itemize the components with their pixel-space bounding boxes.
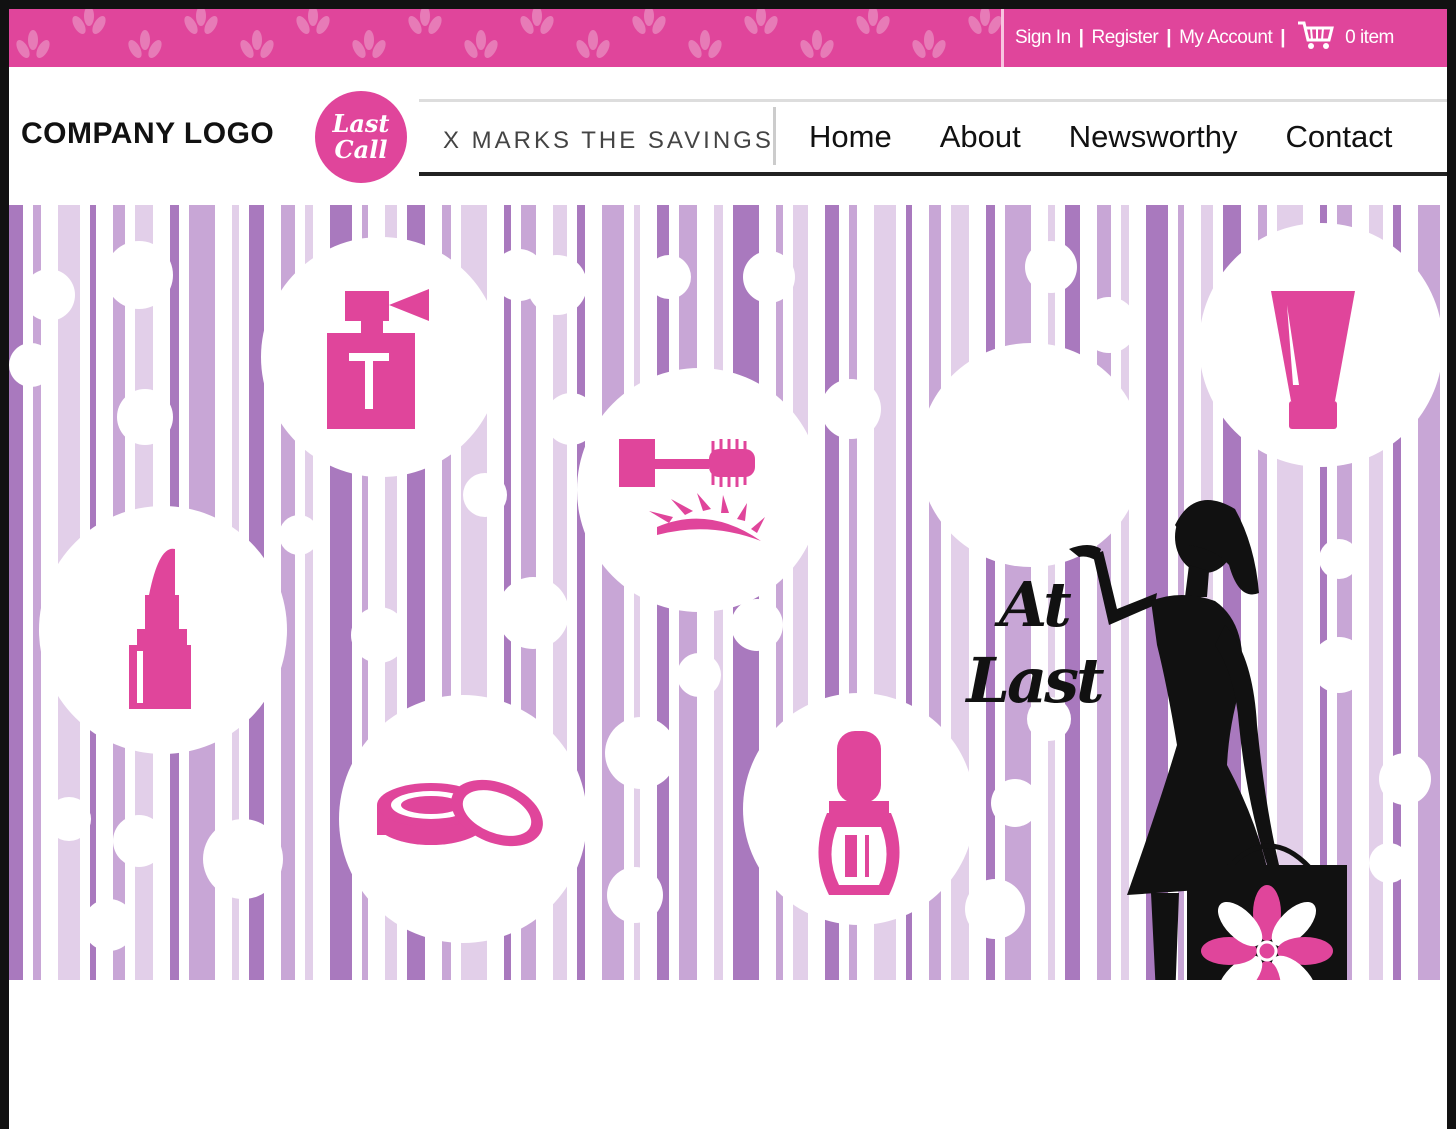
topbar-divider — [1001, 9, 1004, 67]
nav-contact[interactable]: Contact — [1286, 119, 1393, 155]
badge-line-1: Last — [332, 109, 390, 138]
hero-banner[interactable]: At Last — [9, 205, 1447, 1129]
nav-divider — [773, 107, 776, 165]
badge-line-2: Call — [334, 135, 388, 164]
at-last-headline: At Last — [944, 567, 1124, 719]
company-logo[interactable]: COMPANY LOGO — [21, 117, 274, 151]
cart-count-link[interactable]: 0 item — [1345, 27, 1394, 49]
headline-line-1: At — [999, 568, 1072, 641]
nav-top-rule — [419, 99, 1447, 102]
separator: | — [1166, 27, 1172, 48]
sign-in-link[interactable]: Sign In — [1015, 27, 1071, 49]
shopping-bag-icon — [1187, 843, 1347, 1037]
separator: | — [1280, 27, 1286, 48]
nav-about[interactable]: About — [940, 119, 1021, 155]
my-account-link[interactable]: My Account — [1179, 27, 1273, 49]
top-utility-bar: Sign In | Register | My Account | 0 item — [9, 9, 1447, 67]
shopping-cart-icon[interactable] — [1297, 20, 1335, 56]
headline-line-2: Last — [966, 644, 1104, 717]
nav-newsworthy[interactable]: Newsworthy — [1069, 119, 1238, 155]
nav-home[interactable]: Home — [809, 119, 892, 155]
last-call-badge[interactable]: Last Call — [315, 91, 407, 183]
leaf-pattern-decoration — [16, 9, 1002, 59]
tagline: X MARKS THE SAVINGS — [443, 127, 774, 154]
page-frame: Sign In | Register | My Account | 0 item… — [0, 0, 1456, 1129]
banner-graphic — [9, 205, 1443, 1129]
main-nav: Home About Newsworthy Contact — [809, 119, 1440, 155]
register-link[interactable]: Register — [1091, 27, 1158, 49]
account-links: Sign In | Register | My Account | 0 item — [1015, 9, 1394, 67]
nav-bottom-rule — [419, 172, 1447, 176]
separator: | — [1078, 27, 1084, 48]
